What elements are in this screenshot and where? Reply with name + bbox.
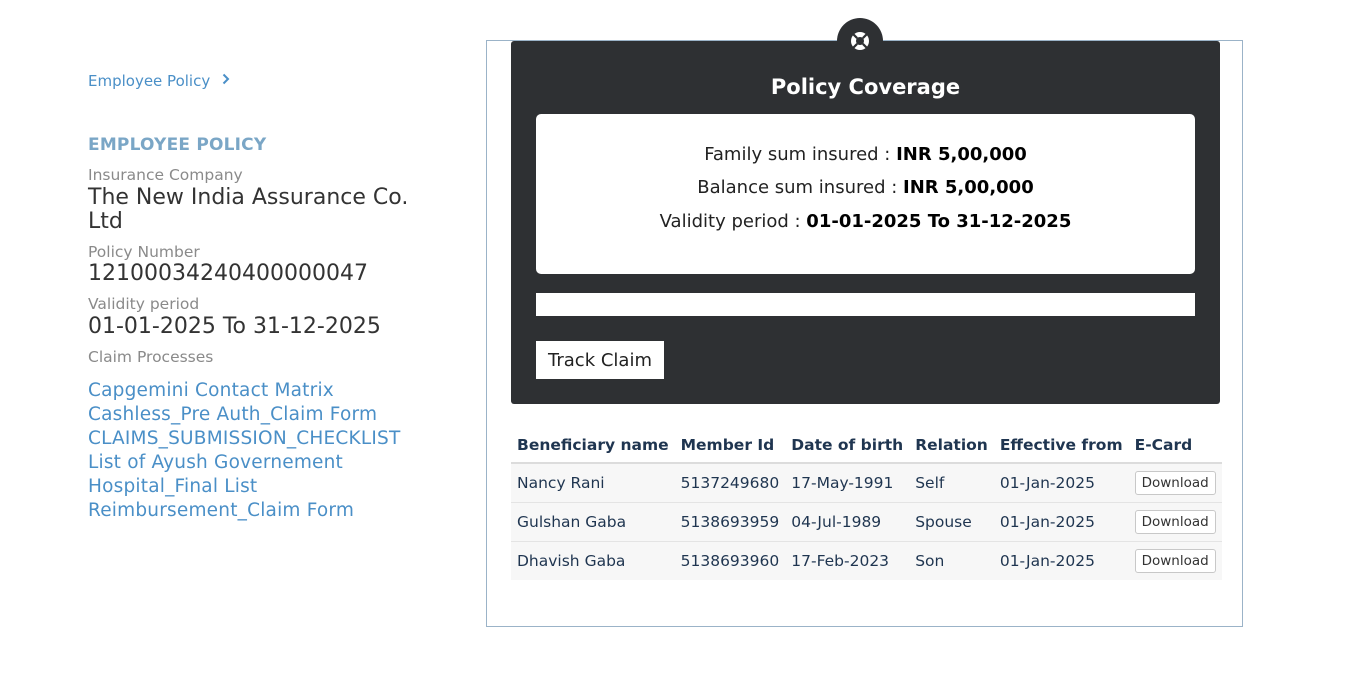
table-header-row: Beneficiary name Member Id Date of birth… [511, 428, 1222, 464]
cell-member-id: 5138693960 [674, 541, 786, 580]
balance-sum-value: INR 5,00,000 [903, 177, 1034, 198]
breadcrumb[interactable]: Employee Policy [88, 72, 230, 90]
family-sum-value: INR 5,00,000 [896, 144, 1027, 165]
track-claim-button[interactable]: Track Claim [536, 341, 664, 379]
cell-name: Gulshan Gaba [511, 502, 675, 542]
cell-relation: Spouse [909, 502, 994, 542]
coverage-bar [536, 293, 1195, 316]
cell-member-id: 5137249680 [674, 462, 786, 503]
col-beneficiary-name: Beneficiary name [511, 428, 675, 464]
insurance-company-value: The New India Assurance Co. Ltd [88, 185, 409, 234]
doc-link-ayush-list[interactable]: List of Ayush Governement [88, 451, 400, 475]
doc-link-cashless-claim-form[interactable]: Cashless_Pre Auth_Claim Form [88, 403, 400, 427]
col-relation: Relation [909, 428, 994, 464]
col-effective-from: Effective from [993, 428, 1129, 464]
cell-name: Dhavish Gaba [511, 541, 675, 580]
col-ecard: E-Card [1128, 428, 1222, 464]
table-row: Nancy Rani 5137249680 17-May-1991 Self 0… [511, 462, 1222, 503]
validity-value: 01-01-2025 To 31-12-2025 [88, 314, 381, 339]
cell-ecard: Download [1128, 462, 1222, 503]
breadcrumb-label[interactable]: Employee Policy [88, 72, 210, 90]
cell-member-id: 5138693959 [674, 502, 786, 542]
cell-dob: 17-Feb-2023 [785, 541, 910, 580]
table-row: Gulshan Gaba 5138693959 04-Jul-1989 Spou… [511, 502, 1222, 542]
policy-number-label: Policy Number [88, 243, 200, 261]
doc-link-hospital-list[interactable]: Hospital_Final List [88, 475, 400, 499]
doc-link-claims-checklist[interactable]: CLAIMS_SUBMISSION_CHECKLIST [88, 427, 400, 451]
col-member-id: Member Id [674, 428, 786, 464]
balance-sum-label: Balance sum insured : [697, 177, 904, 198]
doc-link-contact-matrix[interactable]: Capgemini Contact Matrix [88, 379, 400, 403]
coverage-validity-value: 01-01-2025 To 31-12-2025 [806, 211, 1072, 232]
insurance-company-label: Insurance Company [88, 166, 243, 184]
coverage-details-box: Family sum insured : INR 5,00,000 Balanc… [536, 114, 1195, 274]
beneficiary-table: Beneficiary name Member Id Date of birth… [511, 428, 1222, 580]
cell-dob: 04-Jul-1989 [785, 502, 910, 542]
claim-documents-list: Capgemini Contact Matrix Cashless_Pre Au… [88, 379, 400, 523]
policy-number-value: 12100034240400000047 [88, 261, 368, 286]
balance-sum-insured: Balance sum insured : INR 5,00,000 [536, 177, 1195, 198]
coverage-validity: Validity period : 01-01-2025 To 31-12-20… [536, 211, 1195, 232]
family-sum-insured: Family sum insured : INR 5,00,000 [536, 144, 1195, 165]
policy-coverage-card: Policy Coverage Family sum insured : INR… [511, 41, 1220, 404]
cell-effective: 01-Jan-2025 [993, 462, 1129, 503]
cell-relation: Self [909, 462, 994, 503]
download-ecard-button[interactable]: Download [1134, 510, 1216, 534]
doc-link-reimbursement-form[interactable]: Reimbursement_Claim Form [88, 499, 400, 523]
table-row: Dhavish Gaba 5138693960 17-Feb-2023 Son … [511, 541, 1222, 580]
chevron-right-icon [222, 73, 230, 89]
validity-label: Validity period [88, 295, 200, 313]
cell-effective: 01-Jan-2025 [993, 541, 1129, 580]
coverage-validity-label: Validity period : [659, 211, 807, 232]
cell-ecard: Download [1128, 541, 1222, 580]
download-ecard-button[interactable]: Download [1134, 471, 1216, 495]
coverage-title: Policy Coverage [770, 75, 961, 99]
section-title: EMPLOYEE POLICY [88, 135, 267, 155]
cell-ecard: Download [1128, 502, 1222, 542]
claim-processes-label: Claim Processes [88, 348, 214, 366]
lifebuoy-icon [837, 18, 883, 64]
download-ecard-button[interactable]: Download [1134, 549, 1216, 573]
cell-name: Nancy Rani [511, 462, 675, 503]
cell-effective: 01-Jan-2025 [993, 502, 1129, 542]
cell-dob: 17-May-1991 [785, 462, 910, 503]
family-sum-label: Family sum insured : [704, 144, 897, 165]
col-date-of-birth: Date of birth [785, 428, 910, 464]
cell-relation: Son [909, 541, 994, 580]
